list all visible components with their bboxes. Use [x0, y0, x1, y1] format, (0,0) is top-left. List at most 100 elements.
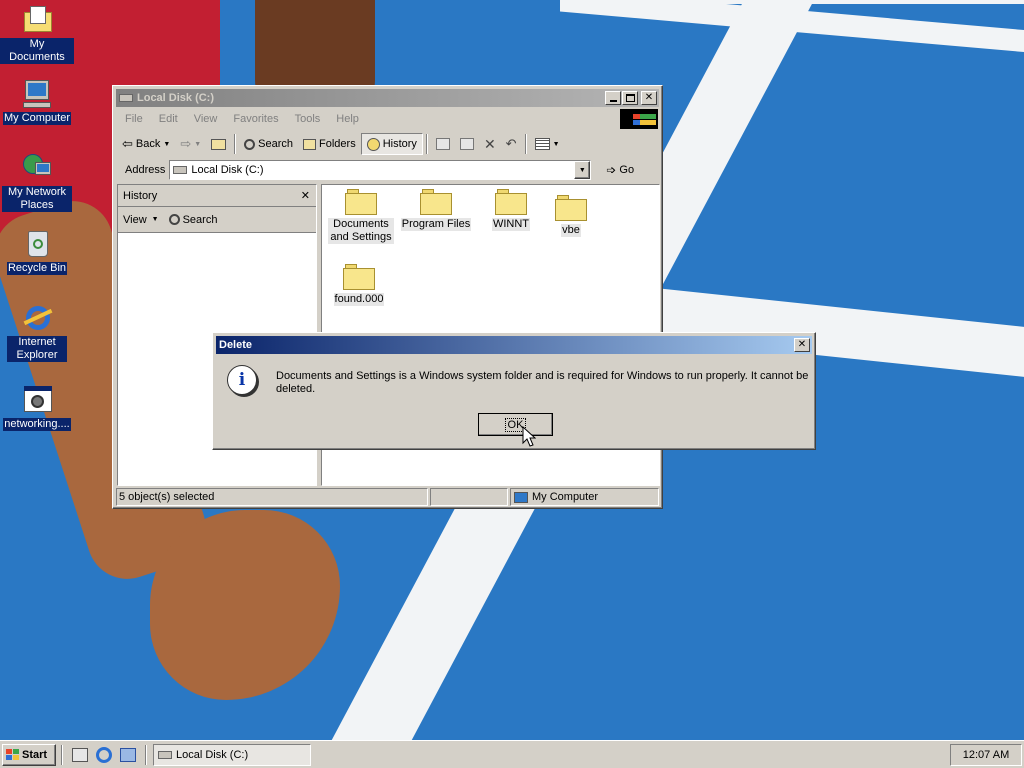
move-to-button[interactable] — [431, 133, 455, 155]
minimize-button[interactable] — [605, 91, 621, 105]
folder-item[interactable]: Program Files — [399, 189, 473, 231]
desktop-icon-label: Internet Explorer — [7, 336, 67, 362]
search-icon — [168, 214, 180, 225]
history-view-button[interactable]: View ▼ — [123, 214, 159, 226]
move-to-icon — [435, 138, 450, 150]
menu-favorites[interactable]: Favorites — [225, 113, 286, 125]
copy-to-icon — [459, 138, 474, 150]
dropdown-arrow-icon: ▼ — [578, 166, 586, 174]
history-pane-toolbar: View ▼ Search — [118, 207, 316, 233]
folder-icon — [343, 264, 375, 290]
status-selection-text: 5 object(s) selected — [119, 491, 215, 503]
desktop-icon-recycle-bin[interactable]: Recycle Bin — [0, 228, 74, 275]
maximize-button[interactable] — [622, 91, 638, 105]
up-folder-button[interactable] — [206, 133, 231, 155]
folder-name: vbe — [561, 224, 581, 237]
recycle-bin-icon — [21, 228, 53, 260]
status-selection: 5 object(s) selected — [116, 488, 428, 506]
history-search-button[interactable]: Search — [168, 214, 217, 226]
search-button[interactable]: Search — [239, 133, 298, 155]
status-middle — [430, 488, 508, 506]
go-button[interactable]: ➩ Go — [601, 159, 639, 181]
desktop-icon-label: networking.... — [3, 418, 71, 431]
delete-x-icon: ✕ — [483, 135, 496, 152]
menu-view[interactable]: View — [186, 113, 226, 125]
desktop-icon-label: Recycle Bin — [6, 262, 68, 275]
menu-edit[interactable]: Edit — [151, 113, 186, 125]
my-computer-icon — [514, 491, 528, 503]
quicklaunch-internet-explorer-icon[interactable] — [96, 746, 112, 763]
folders-icon — [303, 138, 317, 150]
desktop-icon-my-computer[interactable]: My Computer — [0, 78, 74, 125]
back-label: Back — [135, 138, 161, 150]
desktop-icon-label: My Computer — [2, 112, 72, 125]
forward-button[interactable]: ⇨ ▼ — [175, 133, 206, 155]
dialog-close-button[interactable]: ✕ — [794, 338, 810, 352]
desktop-icon-label: My Network Places — [2, 186, 72, 212]
quicklaunch-show-desktop-icon[interactable] — [72, 747, 88, 762]
folders-button[interactable]: Folders — [298, 133, 361, 155]
menu-file[interactable]: File — [117, 113, 151, 125]
go-arrow-icon: ➩ — [606, 163, 617, 177]
my-documents-icon — [21, 4, 53, 36]
folder-icon — [420, 189, 452, 215]
standard-toolbar: ⇦ Back ▼ ⇨ ▼ Search Folders History ✕ ↶ — [117, 132, 658, 156]
history-button[interactable]: History — [360, 133, 423, 155]
close-icon: ✕ — [797, 339, 807, 350]
menu-help[interactable]: Help — [328, 113, 367, 125]
history-pane-title: History — [123, 189, 158, 202]
delete-button[interactable]: ✕ — [479, 133, 501, 155]
folder-item[interactable]: vbe — [534, 195, 608, 237]
clock[interactable]: 12:07 AM — [963, 749, 1009, 761]
toolbar-separator — [425, 134, 428, 154]
start-button[interactable]: Start — [2, 743, 56, 766]
task-label: Local Disk (C:) — [176, 748, 249, 761]
dropdown-arrow-icon: ▼ — [194, 140, 202, 148]
delete-dialog: Delete ✕ i Documents and Settings is a W… — [212, 332, 816, 450]
info-icon: i — [227, 365, 257, 395]
explorer-titlebar[interactable]: Local Disk (C:) ✕ — [116, 89, 659, 107]
quicklaunch-outlook-icon[interactable] — [120, 747, 136, 762]
dialog-titlebar[interactable]: Delete ✕ — [216, 336, 812, 354]
address-dropdown-button[interactable]: ▼ — [574, 161, 591, 179]
ok-button[interactable]: OK — [478, 413, 553, 436]
taskbar-separator — [61, 744, 63, 765]
network-places-icon — [21, 152, 53, 184]
desktop-icon-internet-explorer[interactable]: Internet Explorer — [0, 302, 74, 362]
folder-icon — [495, 189, 527, 215]
dialog-title: Delete — [219, 339, 253, 351]
folder-item[interactable]: found.000 — [322, 264, 396, 306]
window-title: Local Disk (C:) — [137, 92, 215, 104]
copy-to-button[interactable] — [455, 133, 479, 155]
up-folder-icon — [211, 138, 227, 150]
views-icon — [534, 138, 550, 150]
drive-icon — [158, 750, 172, 759]
dialog-message: Documents and Settings is a Windows syst… — [276, 370, 809, 395]
go-label: Go — [619, 164, 635, 176]
close-button[interactable]: ✕ — [641, 91, 657, 105]
maximize-icon — [625, 94, 635, 102]
dropdown-arrow-icon: ▼ — [151, 216, 159, 223]
toolbar-separator — [524, 134, 527, 154]
menu-bar: File Edit View Favorites Tools Help — [117, 109, 658, 129]
history-pane-close-icon[interactable]: ✕ — [301, 189, 316, 202]
folder-item[interactable]: Documents and Settings — [324, 189, 398, 244]
menu-tools[interactable]: Tools — [287, 113, 329, 125]
task-button-local-disk[interactable]: Local Disk (C:) — [153, 743, 311, 766]
status-bar: 5 object(s) selected My Computer — [116, 488, 659, 506]
internet-explorer-icon — [21, 302, 53, 334]
history-label: History — [382, 138, 417, 150]
back-button[interactable]: ⇦ Back ▼ — [117, 133, 175, 155]
undo-button[interactable]: ↶ — [501, 133, 522, 155]
toolbar-separator — [234, 134, 237, 154]
address-bar: Address Local Disk (C:) ▼ ➩ Go — [117, 159, 658, 181]
folder-name: Program Files — [400, 218, 472, 231]
taskbar: Start Local Disk (C:) 12:07 AM — [0, 740, 1024, 768]
desktop-icon-my-documents[interactable]: My Documents — [0, 4, 74, 64]
dropdown-arrow-icon: ▼ — [163, 140, 171, 148]
views-button[interactable]: ▼ — [530, 133, 565, 155]
address-field[interactable]: Local Disk (C:) ▼ — [169, 160, 592, 180]
desktop-icon-networking[interactable]: networking.... — [0, 384, 74, 431]
desktop-icon-network-places[interactable]: My Network Places — [0, 152, 74, 212]
folder-name: Documents and Settings — [328, 218, 394, 244]
